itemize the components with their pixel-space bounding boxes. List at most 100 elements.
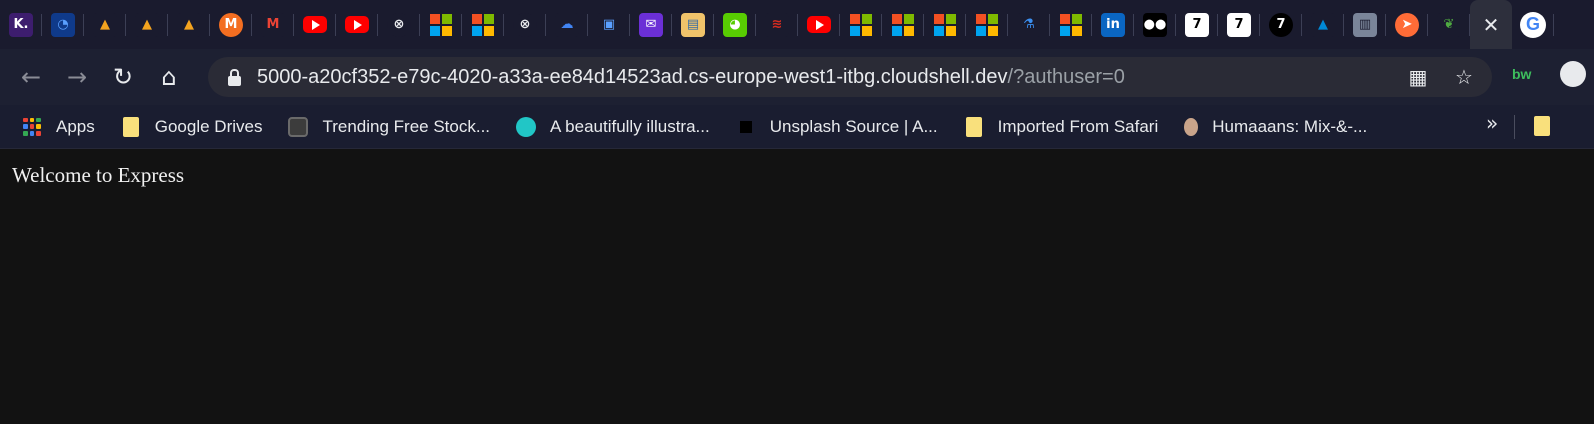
url-host: 5000-a20cf352-e79c-4020-a33a-ee84d14523a… bbox=[257, 66, 1008, 88]
address-bar[interactable]: 5000-a20cf352-e79c-4020-a33a-ee84d14523a… bbox=[208, 57, 1492, 97]
box-icon: ▤ bbox=[681, 12, 705, 37]
bookmark-item[interactable]: Unsplash Source | A... bbox=[726, 111, 948, 143]
browser-tab[interactable]: G bbox=[1512, 0, 1554, 49]
tab-favicon-glyph: 7 bbox=[1192, 17, 1202, 32]
browser-tab[interactable]: ❦ bbox=[1428, 0, 1470, 49]
browser-tab[interactable] bbox=[1050, 0, 1092, 49]
url-path: /?authuser=0 bbox=[1007, 66, 1125, 88]
m-logo-icon: M bbox=[219, 12, 243, 37]
page-content: Welcome to Express bbox=[0, 149, 1594, 424]
other-bookmarks-folder-icon[interactable] bbox=[1534, 116, 1550, 136]
turtle-icon: ▲ bbox=[177, 12, 201, 37]
browser-tab[interactable]: ▤ bbox=[672, 0, 714, 49]
bookmark-item[interactable]: Imported From Safari bbox=[954, 111, 1169, 143]
browser-tab[interactable]: ▣ bbox=[588, 0, 630, 49]
postman-icon: ➤ bbox=[1395, 12, 1419, 37]
browser-tab[interactable]: 7 bbox=[1260, 0, 1302, 49]
browser-tab[interactable]: 7 bbox=[1218, 0, 1260, 49]
browser-tab[interactable]: M bbox=[252, 0, 294, 49]
browser-tab[interactable]: ◕ bbox=[714, 0, 756, 49]
redis-icon: ≋ bbox=[765, 12, 789, 37]
azure-icon: ▲ bbox=[1311, 12, 1335, 37]
turtle-icon: ▲ bbox=[93, 12, 117, 37]
bookmarks-overflow-button[interactable]: » bbox=[1486, 111, 1498, 135]
bookmark-item[interactable]: Google Drives bbox=[111, 111, 273, 143]
browser-tab[interactable]: 7 bbox=[1176, 0, 1218, 49]
back-button[interactable]: ← bbox=[8, 54, 54, 100]
qr-code-icon[interactable]: ▦ bbox=[1406, 65, 1430, 89]
tab-favicon-glyph: ▤ bbox=[686, 17, 700, 32]
folder-icon bbox=[964, 116, 984, 137]
forward-button[interactable]: → bbox=[54, 54, 100, 100]
youtube-icon bbox=[807, 16, 831, 33]
browser-tab[interactable]: ⊗ bbox=[504, 0, 546, 49]
home-button[interactable]: ⌂ bbox=[146, 54, 192, 100]
active-tab[interactable]: ✕ bbox=[1470, 0, 1512, 49]
browser-tab[interactable]: ●● bbox=[1134, 0, 1176, 49]
browser-tab[interactable]: ▲ bbox=[168, 0, 210, 49]
browser-tab[interactable]: ✉ bbox=[630, 0, 672, 49]
mail-icon: ✉ bbox=[639, 12, 663, 37]
tab-favicon-glyph: ▲ bbox=[142, 17, 152, 32]
browser-tab[interactable]: ➤ bbox=[1386, 0, 1428, 49]
bookmarks-divider bbox=[1514, 115, 1515, 139]
tab-strip: K. ◔ ▲ ▲ ▲ M M ⊗ ⊗ ☁ ▣ ✉ ▤ ◕ ≋ ⚗ in ●● 7 7 7 ▲ ▥ ➤ ❦ ✕ G bbox=[0, 0, 1594, 49]
tab-favicon-glyph: ☁ bbox=[560, 17, 574, 32]
unsplash-icon bbox=[735, 116, 756, 137]
microsoft-icon bbox=[472, 13, 494, 36]
x-logo-icon: ⊗ bbox=[513, 12, 537, 37]
browser-tab[interactable]: ☁ bbox=[546, 0, 588, 49]
close-tab-icon[interactable]: ✕ bbox=[1483, 13, 1500, 37]
tab-favicon-glyph: ⊗ bbox=[393, 17, 405, 32]
browser-tab[interactable] bbox=[336, 0, 378, 49]
tab-favicon-glyph: M bbox=[266, 17, 280, 32]
microsoft-icon bbox=[976, 13, 998, 36]
browser-tab[interactable]: ▲ bbox=[1302, 0, 1344, 49]
c-logo-icon bbox=[516, 116, 537, 137]
bookmark-label: Unsplash Source | A... bbox=[769, 116, 938, 136]
browser-tab[interactable]: in bbox=[1092, 0, 1134, 49]
bookmark-item[interactable]: Trending Free Stock... bbox=[278, 111, 500, 143]
browser-tab[interactable] bbox=[840, 0, 882, 49]
bookmark-item[interactable]: Humaaans: Mix-&-... bbox=[1174, 111, 1377, 143]
browser-tab[interactable] bbox=[882, 0, 924, 49]
url-text[interactable]: 5000-a20cf352-e79c-4020-a33a-ee84d14523a… bbox=[257, 66, 1125, 89]
browser-tab[interactable]: ⚗ bbox=[1008, 0, 1050, 49]
linkedin-icon: in bbox=[1101, 12, 1125, 37]
browser-tab[interactable]: ⊗ bbox=[378, 0, 420, 49]
lock-icon[interactable] bbox=[228, 69, 241, 86]
bookmark-item[interactable]: Apps bbox=[12, 111, 105, 143]
microsoft-icon bbox=[892, 13, 914, 36]
microsoft-icon bbox=[1060, 13, 1082, 36]
bitwarden-extension-icon[interactable]: bw bbox=[1512, 66, 1531, 82]
tab-favicon-glyph: ▲ bbox=[1318, 17, 1328, 32]
browser-tab[interactable] bbox=[798, 0, 840, 49]
browser-tab[interactable]: K. bbox=[0, 0, 42, 49]
browser-tab[interactable] bbox=[462, 0, 504, 49]
browser-tab[interactable] bbox=[966, 0, 1008, 49]
browser-tab[interactable] bbox=[420, 0, 462, 49]
tab-favicon-glyph: in bbox=[1106, 17, 1120, 32]
bookmark-item[interactable]: A beautifully illustra... bbox=[506, 111, 720, 143]
humaaans-icon bbox=[1184, 117, 1199, 136]
browser-tab[interactable] bbox=[294, 0, 336, 49]
seven-icon: 7 bbox=[1269, 12, 1293, 37]
profile-avatar[interactable] bbox=[1560, 61, 1586, 87]
browser-tab[interactable] bbox=[924, 0, 966, 49]
browser-tab[interactable]: ▥ bbox=[1344, 0, 1386, 49]
browser-tab[interactable]: ◔ bbox=[42, 0, 84, 49]
page-heading: Welcome to Express bbox=[12, 163, 185, 187]
reload-button[interactable]: ↻ bbox=[100, 54, 146, 100]
microsoft-icon bbox=[850, 13, 872, 36]
bookmark-star-icon[interactable]: ☆ bbox=[1452, 65, 1476, 89]
browser-window: K. ◔ ▲ ▲ ▲ M M ⊗ ⊗ ☁ ▣ ✉ ▤ ◕ ≋ ⚗ in ●● 7 7 7 ▲ ▥ ➤ ❦ ✕ G ← → ↻ ⌂ 5… bbox=[0, 0, 1594, 424]
bookmark-label: Imported From Safari bbox=[997, 116, 1159, 136]
browser-tab[interactable]: M bbox=[210, 0, 252, 49]
tab-favicon-glyph: ⊗ bbox=[519, 17, 531, 32]
tab-favicon-glyph: ▥ bbox=[1358, 17, 1372, 32]
browser-tab[interactable]: ≋ bbox=[756, 0, 798, 49]
flask-icon: ⚗ bbox=[1017, 12, 1041, 37]
bookmark-label: Humaaans: Mix-&-... bbox=[1212, 116, 1368, 136]
browser-tab[interactable]: ▲ bbox=[126, 0, 168, 49]
browser-tab[interactable]: ▲ bbox=[84, 0, 126, 49]
